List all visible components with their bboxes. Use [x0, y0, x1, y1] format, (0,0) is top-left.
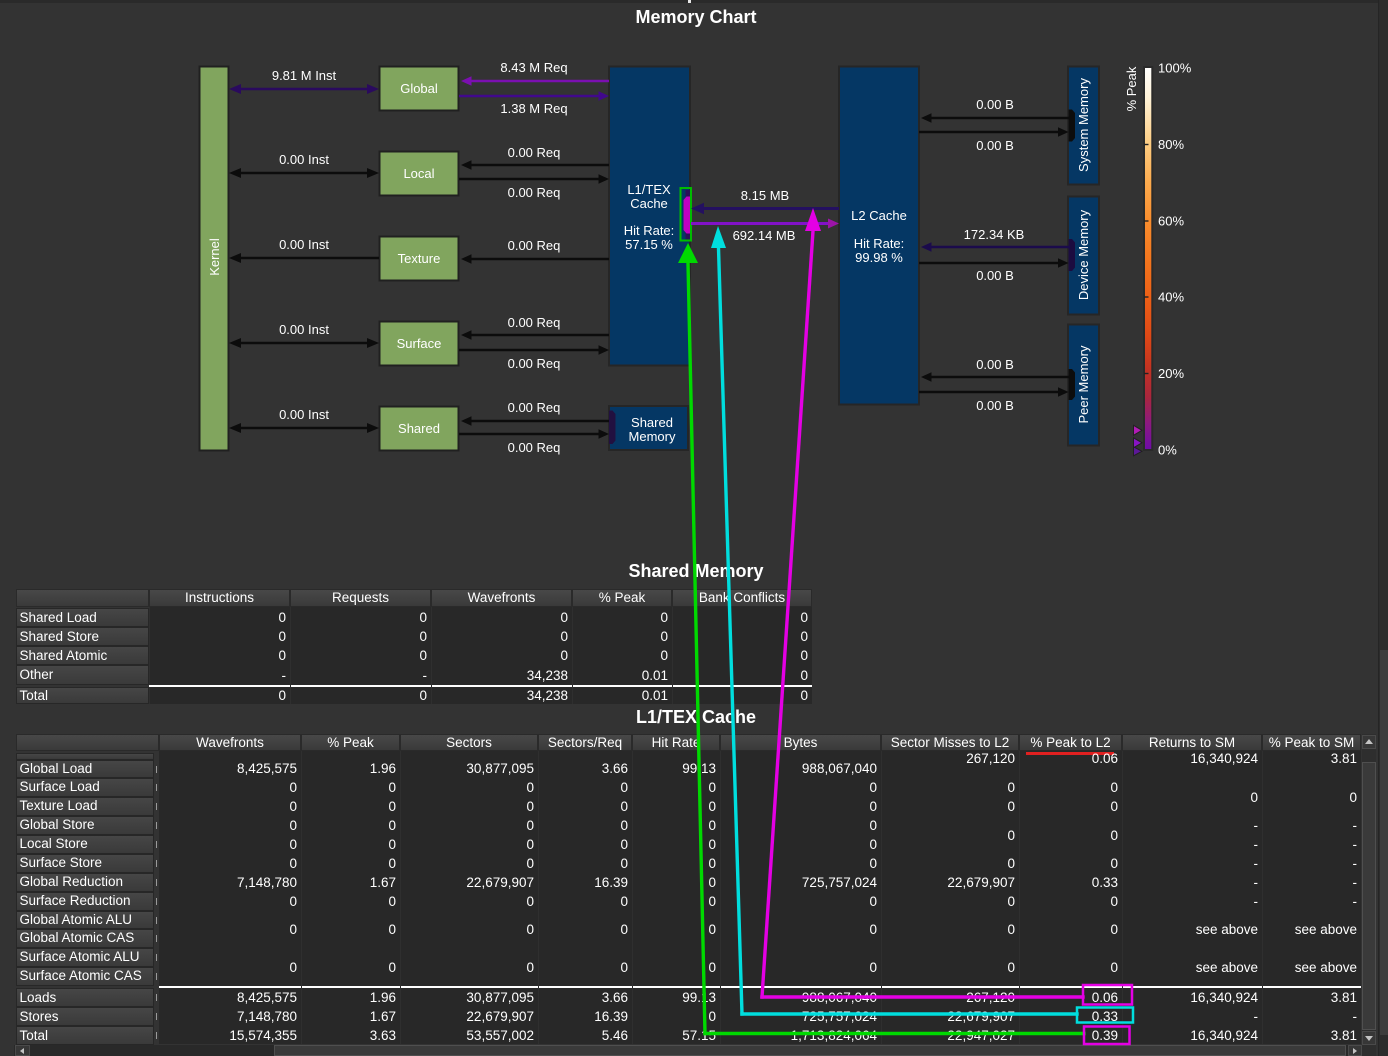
- svg-text:0.00 Inst: 0.00 Inst: [279, 237, 329, 252]
- svg-text:Shared: Shared: [631, 415, 673, 430]
- svg-text:Kernel: Kernel: [207, 238, 222, 276]
- svg-text:Memory: Memory: [629, 429, 676, 444]
- svg-text:99.98 %: 99.98 %: [855, 250, 903, 265]
- svg-text:0.00 Req: 0.00 Req: [508, 400, 561, 415]
- svg-text:0.00 Req: 0.00 Req: [508, 315, 561, 330]
- svg-text:0.00 B: 0.00 B: [976, 357, 1014, 372]
- svg-text:0.00 Inst: 0.00 Inst: [279, 322, 329, 337]
- svg-text:8.15 MB: 8.15 MB: [741, 188, 789, 203]
- svg-text:692.14 MB: 692.14 MB: [733, 228, 796, 243]
- svg-text:60%: 60%: [1158, 214, 1184, 229]
- svg-text:0%: 0%: [1158, 443, 1177, 458]
- svg-text:Device Memory: Device Memory: [1076, 209, 1091, 300]
- svg-text:172.34 KB: 172.34 KB: [964, 227, 1025, 242]
- svg-text:Hit Rate:: Hit Rate:: [624, 223, 675, 238]
- svg-text:0.00 Inst: 0.00 Inst: [279, 407, 329, 422]
- svg-text:0.00 Req: 0.00 Req: [508, 145, 561, 160]
- svg-text:1.38 M Req: 1.38 M Req: [500, 101, 567, 116]
- svg-text:0.00 B: 0.00 B: [976, 138, 1014, 153]
- svg-text:Hit Rate:: Hit Rate:: [854, 236, 905, 251]
- svg-text:9.81 M Inst: 9.81 M Inst: [272, 68, 337, 83]
- svg-text:100%: 100%: [1158, 61, 1192, 76]
- svg-text:0.00 B: 0.00 B: [976, 398, 1014, 413]
- svg-text:Local: Local: [403, 166, 434, 181]
- svg-text:0.00 Req: 0.00 Req: [508, 238, 561, 253]
- svg-text:20%: 20%: [1158, 366, 1184, 381]
- svg-text:% Peak: % Peak: [1124, 66, 1139, 111]
- svg-text:Surface: Surface: [397, 336, 442, 351]
- svg-text:40%: 40%: [1158, 290, 1184, 305]
- svg-text:L1/TEX: L1/TEX: [627, 182, 671, 197]
- svg-text:Global: Global: [400, 81, 438, 96]
- svg-text:Texture: Texture: [398, 251, 441, 266]
- svg-text:57.15 %: 57.15 %: [625, 237, 673, 252]
- svg-text:L2 Cache: L2 Cache: [851, 208, 907, 223]
- svg-text:0.00 Inst: 0.00 Inst: [279, 152, 329, 167]
- svg-text:System Memory: System Memory: [1076, 78, 1091, 172]
- svg-text:8.43 M Req: 8.43 M Req: [500, 60, 567, 75]
- svg-text:0.00 Req: 0.00 Req: [508, 440, 561, 455]
- svg-text:Cache: Cache: [630, 196, 668, 211]
- svg-text:0.00 Req: 0.00 Req: [508, 185, 561, 200]
- svg-text:80%: 80%: [1158, 137, 1184, 152]
- svg-text:0.00 B: 0.00 B: [976, 268, 1014, 283]
- svg-text:0.00 Req: 0.00 Req: [508, 356, 561, 371]
- svg-text:0.00 B: 0.00 B: [976, 97, 1014, 112]
- svg-text:Shared: Shared: [398, 421, 440, 436]
- svg-text:Peer Memory: Peer Memory: [1076, 345, 1091, 424]
